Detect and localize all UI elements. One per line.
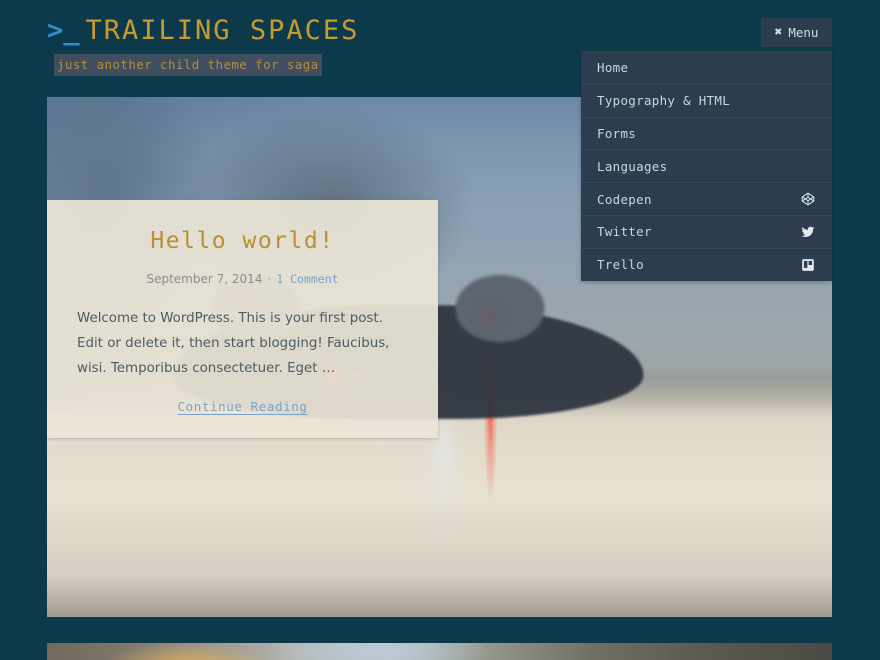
post-comments-link[interactable]: 1 Comment <box>276 272 338 286</box>
menu-toggle-button[interactable]: ✖ Menu <box>761 18 832 47</box>
terminal-prompt-icon: >_ <box>47 15 80 46</box>
nav-item-label: Typography & HTML <box>597 93 731 109</box>
trello-icon <box>800 257 816 273</box>
nav-item-twitter[interactable]: Twitter <box>581 214 832 248</box>
meta-separator: · <box>267 272 272 286</box>
nav-item-forms[interactable]: Forms <box>581 116 832 150</box>
nav-item-label: Twitter <box>597 224 652 240</box>
nav-item-codepen[interactable]: Codepen <box>581 182 832 215</box>
post-date: September 7, 2014 <box>146 272 263 286</box>
nav-item-label: Trello <box>597 257 644 273</box>
post-summary-card: Hello world! September 7, 2014 · 1 Comment… <box>47 200 438 438</box>
next-featured-post-image[interactable] <box>47 643 832 660</box>
nav-item-trello[interactable]: Trello <box>581 247 832 281</box>
site-tagline: just another child theme for saga <box>54 54 322 76</box>
nav-item-label: Forms <box>597 125 637 141</box>
nav-item-label: Languages <box>597 158 668 174</box>
menu-toggle-label: Menu <box>788 25 819 40</box>
nav-item-label: Codepen <box>597 191 652 207</box>
post-title[interactable]: Hello world! <box>77 226 408 256</box>
close-x-icon: ✖ <box>774 25 783 40</box>
nav-item-home[interactable]: Home <box>581 51 832 84</box>
post-excerpt: Welcome to WordPress. This is your first… <box>77 311 390 376</box>
twitter-icon <box>800 224 816 240</box>
continue-reading-link[interactable]: Continue Reading <box>77 399 408 414</box>
codepen-icon <box>800 191 816 207</box>
main-navigation-menu[interactable]: Home Typography & HTML Forms Languages C… <box>581 51 832 281</box>
controller-stick-right <box>464 289 517 319</box>
next-featured-image <box>47 643 832 660</box>
post-meta: September 7, 2014 · 1 Comment <box>77 270 408 288</box>
nav-item-languages[interactable]: Languages <box>581 149 832 182</box>
site-title-text: TRAILING SPACES <box>85 15 360 46</box>
site-title[interactable]: >_ TRAILING SPACES <box>47 14 359 48</box>
nav-item-typography-html[interactable]: Typography & HTML <box>581 83 832 117</box>
nav-item-label: Home <box>597 59 629 75</box>
